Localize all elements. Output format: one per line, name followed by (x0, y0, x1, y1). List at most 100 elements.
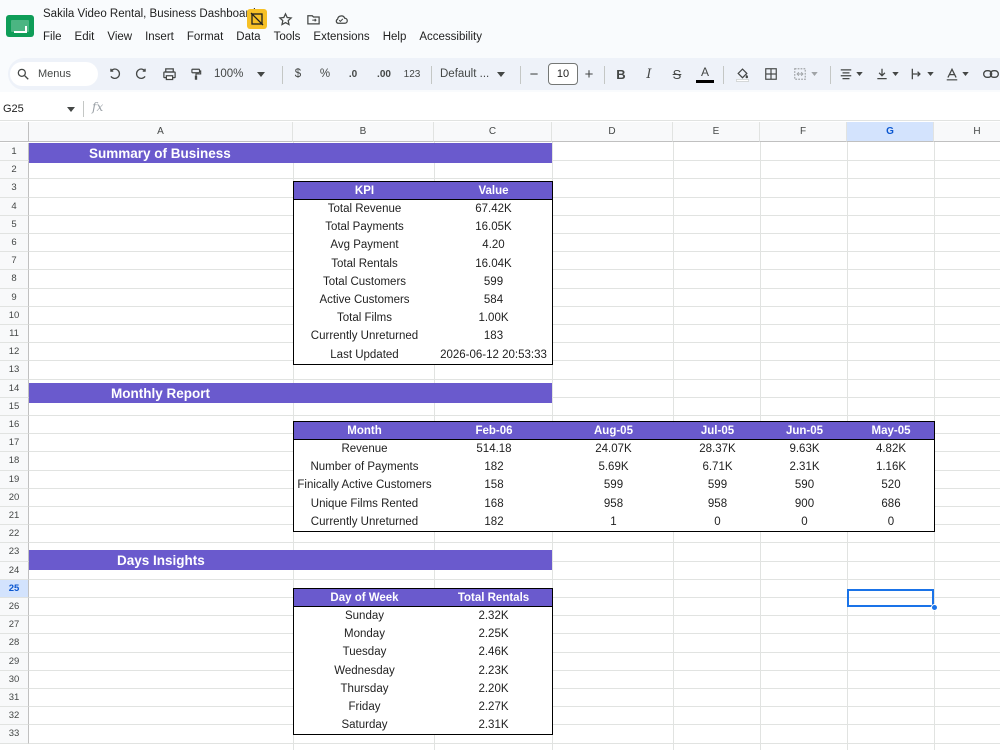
days-cell[interactable]: Monday (294, 628, 435, 640)
menu-file[interactable]: File (43, 31, 69, 43)
kpi-cell[interactable]: 67.42K (435, 203, 552, 215)
row-header-18[interactable]: 18 (0, 452, 29, 471)
kpi-cell[interactable]: Avg Payment (294, 239, 435, 251)
days-cell[interactable]: 2.31K (435, 719, 552, 731)
redo-button[interactable] (130, 58, 152, 90)
kpi-cell[interactable]: Total Revenue (294, 203, 435, 215)
row-header-16[interactable]: 16 (0, 416, 29, 435)
days-cell[interactable]: 2.25K (435, 628, 552, 640)
row-header-22[interactable]: 22 (0, 525, 29, 544)
menu-edit[interactable]: Edit (75, 31, 102, 43)
monthly-cell[interactable]: 182 (435, 461, 553, 473)
fill-color-button[interactable] (731, 58, 753, 90)
decrease-font-size-button[interactable]: − (527, 58, 541, 90)
monthly-cell[interactable]: 590 (761, 479, 848, 491)
formula-input[interactable] (115, 99, 995, 119)
row-header-28[interactable]: 28 (0, 634, 29, 653)
kpi-cell[interactable]: 599 (435, 276, 552, 288)
select-all-corner[interactable] (0, 122, 29, 142)
number-format-button[interactable]: 123 (401, 58, 423, 90)
monthly-cell[interactable]: 520 (848, 479, 934, 491)
menu-format[interactable]: Format (187, 31, 230, 43)
kpi-cell[interactable]: Total Payments (294, 221, 435, 233)
column-header-c[interactable]: C (434, 122, 552, 142)
monthly-cell[interactable]: 958 (553, 498, 674, 510)
menu-tools[interactable]: Tools (274, 31, 308, 43)
kpi-cell[interactable]: Currently Unreturned (294, 330, 435, 342)
monthly-cell[interactable]: 182 (435, 516, 553, 528)
star-icon[interactable] (275, 9, 295, 29)
kpi-cell[interactable]: Active Customers (294, 294, 435, 306)
monthly-cell[interactable]: 5.69K (553, 461, 674, 473)
days-cell[interactable]: 2.27K (435, 701, 552, 713)
undo-button[interactable] (104, 58, 126, 90)
kpi-cell[interactable]: Total Films (294, 312, 435, 324)
days-cell[interactable]: 2.46K (435, 646, 552, 658)
row-header-25[interactable]: 25 (0, 579, 29, 598)
monthly-cell[interactable]: Finically Active Customers (294, 479, 435, 491)
search-menus[interactable]: Menus (10, 62, 98, 86)
days-cell[interactable]: Wednesday (294, 665, 435, 677)
insert-link-button[interactable] (982, 58, 1000, 90)
row-header-9[interactable]: 9 (0, 288, 29, 307)
monthly-cell[interactable]: 958 (674, 498, 761, 510)
row-header-3[interactable]: 3 (0, 179, 29, 198)
row-header-21[interactable]: 21 (0, 507, 29, 526)
monthly-cell[interactable]: 28.37K (674, 443, 761, 455)
menu-extensions[interactable]: Extensions (313, 31, 376, 43)
monthly-cell[interactable]: 158 (435, 479, 553, 491)
kpi-cell[interactable]: 16.04K (435, 258, 552, 270)
bold-button[interactable]: B (612, 58, 630, 90)
kpi-cell[interactable]: Total Customers (294, 276, 435, 288)
monthly-cell[interactable]: 6.71K (674, 461, 761, 473)
row-header-1[interactable]: 1 (0, 143, 29, 162)
spreadsheet-grid[interactable]: A B C D E F G H 1 2 3 4 5 6 7 8 9 10 11 12 13 14 15 16 1… (0, 122, 1000, 750)
kpi-cell[interactable]: Total Rentals (294, 258, 435, 270)
monthly-cell[interactable]: 599 (674, 479, 761, 491)
kpi-cell[interactable]: 4.20 (435, 239, 552, 251)
column-header-h[interactable]: H (934, 122, 1000, 142)
paint-format-button[interactable] (185, 58, 207, 90)
menu-view[interactable]: View (107, 31, 139, 43)
days-cell[interactable]: Saturday (294, 719, 435, 731)
row-header-7[interactable]: 7 (0, 252, 29, 271)
column-header-d[interactable]: D (552, 122, 673, 142)
monthly-cell[interactable]: Currently Unreturned (294, 516, 435, 528)
row-header-15[interactable]: 15 (0, 397, 29, 416)
row-header-17[interactable]: 17 (0, 434, 29, 453)
horizontal-align-button[interactable] (836, 58, 866, 90)
menu-accessibility[interactable]: Accessibility (419, 31, 489, 43)
italic-button[interactable]: I (640, 58, 658, 90)
column-header-f[interactable]: F (760, 122, 847, 142)
monthly-cell[interactable]: 900 (761, 498, 848, 510)
currency-button[interactable]: $ (290, 58, 306, 90)
font-select[interactable]: Default ... (440, 58, 512, 90)
increase-font-size-button[interactable]: + (582, 58, 596, 90)
row-header-4[interactable]: 4 (0, 197, 29, 216)
row-header-26[interactable]: 26 (0, 598, 29, 617)
monthly-cell[interactable]: 0 (674, 516, 761, 528)
print-button[interactable] (158, 58, 180, 90)
kpi-cell[interactable]: 183 (435, 330, 552, 342)
monthly-cell[interactable]: 24.07K (553, 443, 674, 455)
row-header-5[interactable]: 5 (0, 215, 29, 234)
column-header-e[interactable]: E (673, 122, 760, 142)
text-color-button[interactable]: A (695, 58, 715, 90)
row-header-20[interactable]: 20 (0, 488, 29, 507)
days-cell[interactable]: Tuesday (294, 646, 435, 658)
row-header-6[interactable]: 6 (0, 234, 29, 253)
monthly-cell[interactable]: 1.16K (848, 461, 934, 473)
monthly-cell[interactable]: Unique Films Rented (294, 498, 435, 510)
monthly-cell[interactable]: 2.31K (761, 461, 848, 473)
menu-insert[interactable]: Insert (145, 31, 181, 43)
text-wrapping-button[interactable] (907, 58, 937, 90)
merge-cells-button[interactable] (788, 58, 822, 90)
column-header-b[interactable]: B (293, 122, 434, 142)
row-header-19[interactable]: 19 (0, 470, 29, 489)
monthly-cell[interactable]: Revenue (294, 443, 435, 455)
text-rotation-button[interactable] (942, 58, 972, 90)
monthly-cell[interactable]: 599 (553, 479, 674, 491)
row-header-24[interactable]: 24 (0, 561, 29, 580)
sheets-logo-icon[interactable] (6, 12, 34, 40)
row-header-29[interactable]: 29 (0, 652, 29, 671)
